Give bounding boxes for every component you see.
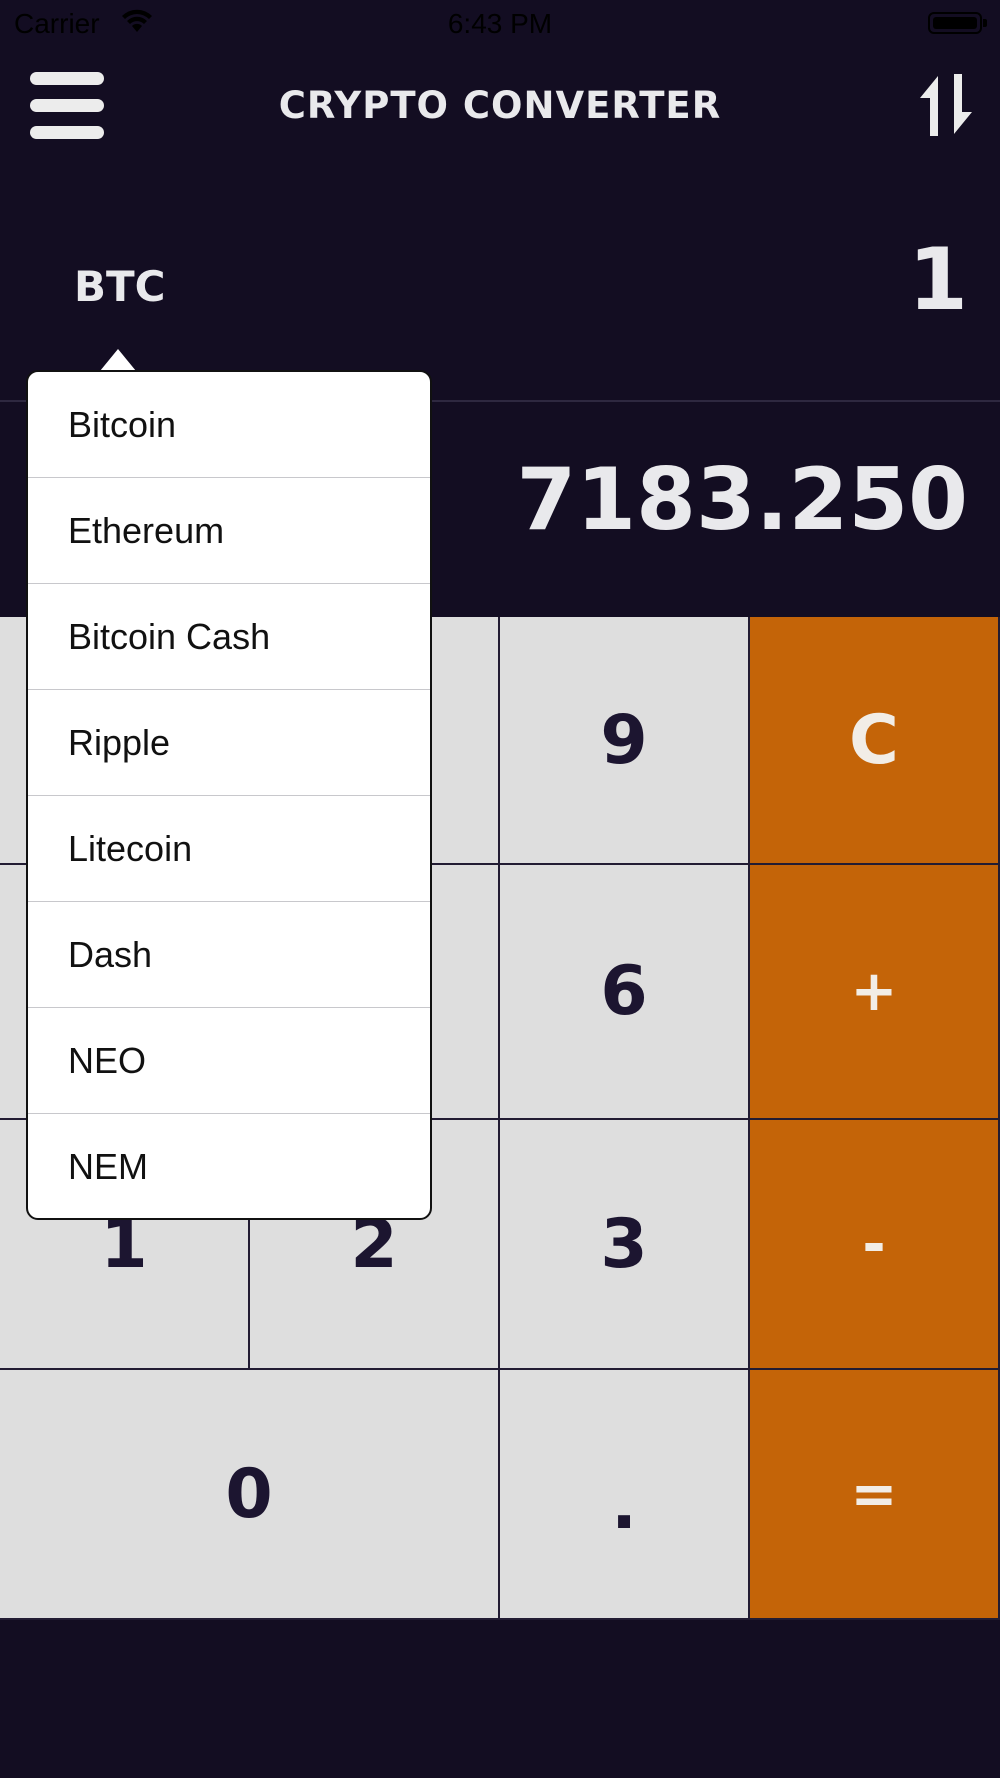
currency-popover: Bitcoin Ethereum Bitcoin Cash Ripple Lit…: [26, 370, 432, 1220]
currency-option-dash[interactable]: Dash: [28, 902, 430, 1008]
popover-arrow: [100, 349, 136, 371]
currency-option-litecoin[interactable]: Litecoin: [28, 796, 430, 902]
currency-option-ethereum[interactable]: Ethereum: [28, 478, 430, 584]
status-time: 6:43 PM: [447, 8, 553, 39]
currency-option-bitcoin-cash[interactable]: Bitcoin Cash: [28, 584, 430, 690]
plus-button[interactable]: +: [750, 865, 1000, 1120]
page-title: CRYPTO CONVERTER: [278, 84, 722, 127]
currency-option-ripple[interactable]: Ripple: [28, 690, 430, 796]
key-3[interactable]: 3: [500, 1120, 750, 1370]
key-6[interactable]: 6: [500, 865, 750, 1120]
key-9[interactable]: 9: [500, 617, 750, 865]
swap-arrows-icon[interactable]: [916, 72, 976, 138]
status-bar: Carrier 6:43 PM: [0, 0, 1000, 50]
from-amount-display: 1: [908, 230, 968, 330]
currency-option-neo[interactable]: NEO: [28, 1008, 430, 1114]
from-currency-row: BTC 1: [0, 160, 1000, 402]
decimal-button[interactable]: .: [500, 1370, 750, 1620]
minus-button[interactable]: -: [750, 1120, 1000, 1370]
currency-option-nem[interactable]: NEM: [28, 1114, 430, 1218]
currency-option-bitcoin[interactable]: Bitcoin: [28, 372, 430, 478]
clear-button[interactable]: C: [750, 617, 1000, 865]
from-currency-selector[interactable]: BTC: [74, 262, 166, 311]
key-0[interactable]: 0: [0, 1370, 500, 1620]
battery-icon: [928, 12, 987, 34]
equals-button[interactable]: =: [750, 1370, 1000, 1620]
nav-bar: CRYPTO CONVERTER: [0, 50, 1000, 160]
converted-amount-display: 7183.250: [516, 450, 968, 550]
